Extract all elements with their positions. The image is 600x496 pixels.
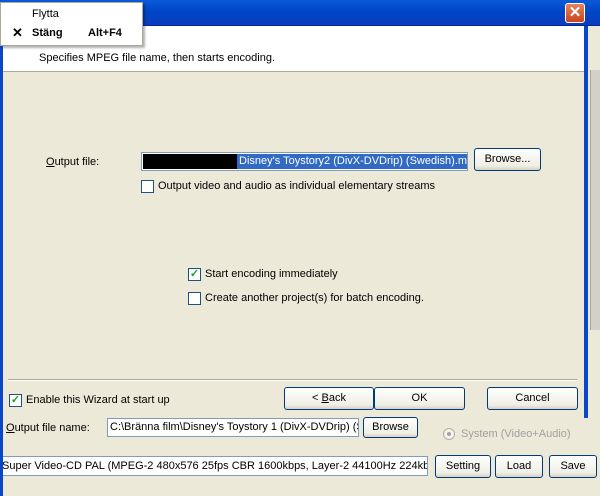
- output-file-name-label: Output file name:: [6, 422, 90, 434]
- window-frame-left: [0, 26, 3, 496]
- output-file-input[interactable]: Disney's Toystory2 (DivX-DVDrip) (Swedis…: [141, 152, 468, 171]
- batch-encoding-label: Create another project(s) for batch enco…: [205, 292, 424, 304]
- ok-button[interactable]: OK: [374, 387, 465, 410]
- output-file-label: Output file:: [46, 156, 100, 168]
- redacted-path: [143, 154, 237, 169]
- start-encoding-checkbox[interactable]: ✓: [188, 268, 201, 281]
- background-scrollbar[interactable]: [590, 70, 600, 330]
- setting-button[interactable]: Setting: [435, 455, 491, 478]
- footer-separator: [8, 379, 577, 381]
- enable-wizard-label: Enable this Wizard at start up: [26, 394, 170, 406]
- output-file-name-field[interactable]: C:\Bränna film\Disney's Toystory 1 (DivX…: [107, 418, 359, 437]
- save-button[interactable]: Save: [549, 455, 597, 478]
- cancel-button[interactable]: Cancel: [487, 387, 578, 410]
- batch-encoding-checkbox[interactable]: [188, 292, 201, 305]
- system-menu: Flytta ✕ Stäng Alt+F4: [0, 2, 143, 46]
- system-radio[interactable]: [443, 428, 455, 440]
- close-icon: ✕: [12, 25, 23, 40]
- menu-item-close[interactable]: ✕ Stäng Alt+F4: [1, 24, 142, 42]
- close-button[interactable]: ✕: [565, 3, 585, 23]
- output-file-value: Disney's Toystory2 (DivX-DVDrip) (Swedis…: [237, 154, 467, 169]
- elementary-streams-label: Output video and audio as individual ele…: [158, 180, 435, 192]
- elementary-streams-checkbox[interactable]: [141, 180, 154, 193]
- menu-item-label: Stäng: [32, 27, 63, 39]
- menu-item-move[interactable]: Flytta: [1, 5, 142, 23]
- background-browse-button[interactable]: Browse: [363, 417, 418, 438]
- browse-button[interactable]: Browse...: [474, 148, 541, 171]
- start-encoding-label: Start encoding immediately: [205, 268, 338, 280]
- enable-wizard-checkbox[interactable]: ✓: [9, 394, 22, 407]
- window-frame-right: [584, 26, 588, 418]
- menu-item-label: Flytta: [32, 8, 59, 20]
- load-button[interactable]: Load: [495, 455, 543, 478]
- back-button[interactable]: < Back: [284, 387, 374, 410]
- menu-item-accelerator: Alt+F4: [88, 27, 122, 39]
- system-radio-label: System (Video+Audio): [461, 428, 571, 440]
- page-subtitle: Specifies MPEG file name, then starts en…: [39, 52, 276, 64]
- format-status-field: Super Video-CD PAL (MPEG-2 480x576 25fps…: [0, 456, 428, 476]
